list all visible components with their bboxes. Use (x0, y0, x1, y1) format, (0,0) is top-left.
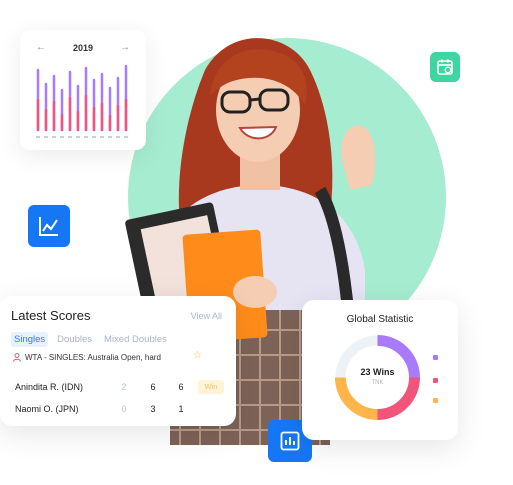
set-score: 6 (178, 382, 184, 392)
view-all-link[interactable]: View All (191, 311, 222, 321)
donut-chart: 23 Wins TNK (330, 330, 425, 425)
set-score: 6 (150, 382, 156, 392)
latest-scores-card: Latest Scores View All Singles Doubles M… (0, 296, 236, 426)
set-score: 2 (121, 382, 127, 392)
set-score: 3 (150, 404, 156, 414)
tab-doubles[interactable]: Doubles (54, 332, 95, 347)
monthly-bars (36, 64, 128, 138)
table-row: Anindita R. (IDN) 2 6 6 Win (15, 380, 230, 396)
donut-center-sub: TNK (371, 380, 384, 386)
legend-orange (433, 398, 438, 403)
calendar-button[interactable] (430, 52, 460, 82)
user-icon (13, 353, 21, 362)
player-name: Naomi O. (JPN) (15, 404, 79, 414)
star-icon[interactable]: ☆ (193, 350, 202, 361)
scores-title: Latest Scores (11, 308, 91, 323)
win-badge: Win (198, 380, 224, 394)
statistic-title: Global Statistic (346, 314, 414, 325)
trend-chart-icon (39, 217, 58, 236)
player-name: Anindita R. (IDN) (15, 382, 84, 392)
donut-svg (335, 335, 420, 420)
donut-center-value: 23 Wins (360, 367, 395, 377)
tournament-label: WTA - SINGLES: Australia Open, hard (25, 353, 161, 362)
set-score: 1 (178, 404, 184, 414)
scores-tabs: Singles Doubles Mixed Doubles (11, 332, 170, 347)
set-score: 0 (121, 404, 127, 414)
table-row: Naomi O. (JPN) 0 3 1 (15, 404, 230, 418)
year-chart-card: ← 2019 → (20, 30, 146, 150)
next-year-button[interactable]: → (120, 42, 130, 53)
tab-mixed-doubles[interactable]: Mixed Doubles (101, 332, 170, 347)
year-navigation: ← 2019 → (20, 42, 146, 55)
legend-purple (433, 355, 438, 360)
legend-pink (433, 378, 438, 383)
global-statistic-card: Global Statistic 23 Wins TNK (302, 300, 458, 440)
calendar-icon (437, 59, 453, 75)
trend-chart-button[interactable] (28, 205, 70, 247)
bar-chart-icon (280, 431, 300, 451)
tab-singles[interactable]: Singles (11, 332, 49, 347)
tournament-info: WTA - SINGLES: Australia Open, hard (13, 353, 161, 362)
